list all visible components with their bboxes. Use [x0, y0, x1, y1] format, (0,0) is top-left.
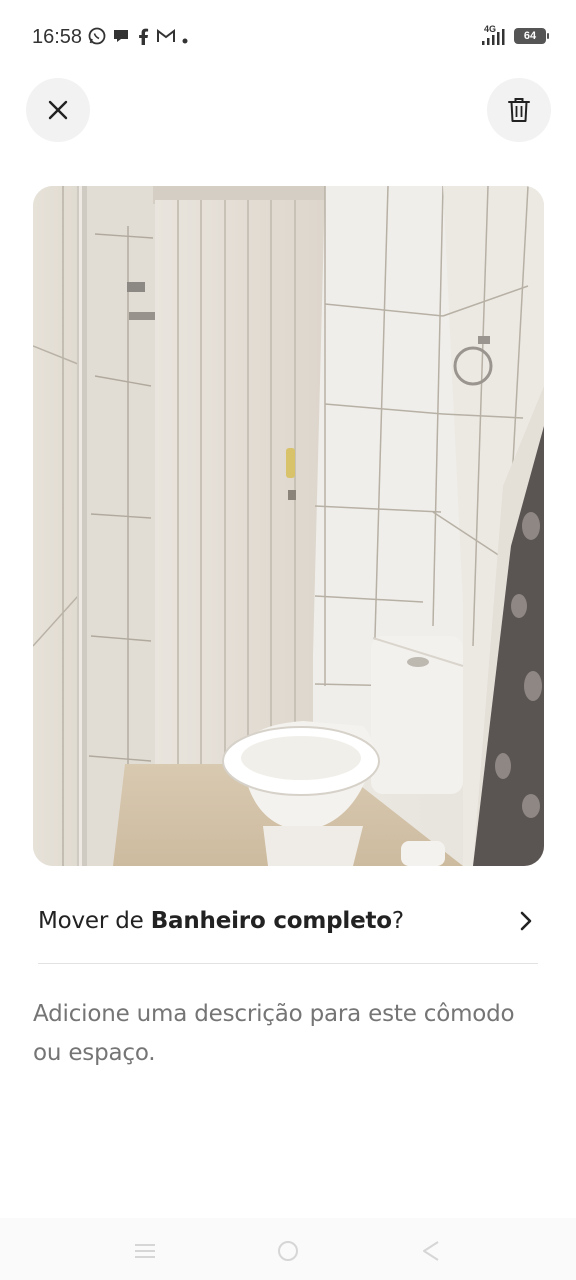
- close-button[interactable]: [26, 78, 90, 142]
- status-right: 4G 64: [480, 24, 549, 46]
- status-bar: 16:58 4G 64: [0, 0, 576, 76]
- battery-icon: 64: [514, 28, 549, 44]
- dot-icon: [182, 29, 188, 48]
- navigation-bar: [0, 1218, 576, 1280]
- battery-level: 64: [523, 30, 537, 42]
- trash-icon: [508, 98, 530, 122]
- delete-button[interactable]: [487, 78, 551, 142]
- menu-icon: [135, 1244, 155, 1258]
- chevron-right-icon: [520, 911, 532, 931]
- home-button[interactable]: [273, 1236, 303, 1266]
- move-suffix: ?: [391, 908, 404, 934]
- back-icon: [423, 1241, 439, 1261]
- move-room-row[interactable]: Mover de Banheiro completo?: [38, 896, 538, 946]
- move-room-label: Mover de Banheiro completo?: [38, 908, 404, 934]
- whatsapp-icon: [88, 27, 106, 49]
- home-icon: [278, 1241, 298, 1261]
- menu-button[interactable]: [130, 1236, 160, 1266]
- signal-icon: 4G: [480, 24, 506, 46]
- status-time: 16:58: [32, 26, 83, 48]
- description-input[interactable]: [33, 995, 543, 1073]
- chat-bubble-icon: [112, 27, 130, 49]
- move-prefix: Mover de: [38, 908, 151, 934]
- close-icon: [48, 100, 68, 120]
- divider: [38, 963, 538, 964]
- facebook-icon: [136, 27, 150, 49]
- back-button[interactable]: [416, 1236, 446, 1266]
- gmail-icon: [156, 28, 176, 48]
- room-name: Banheiro completo: [150, 908, 392, 934]
- bathroom-photo: [33, 186, 544, 866]
- notification-icons: [88, 27, 188, 49]
